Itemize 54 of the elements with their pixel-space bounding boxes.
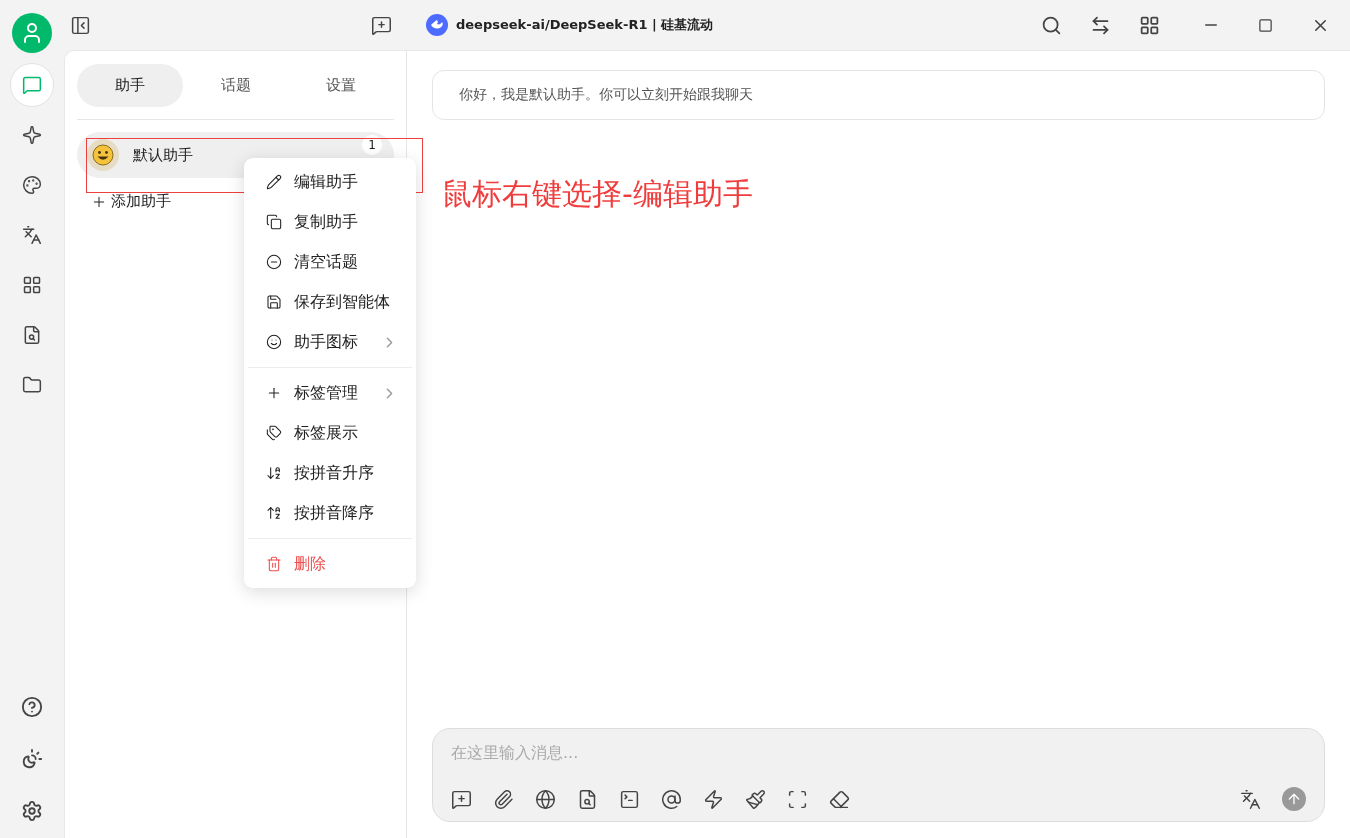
search-icon[interactable] bbox=[1041, 14, 1062, 36]
topic-count: 1 bbox=[362, 135, 382, 155]
eraser-icon[interactable] bbox=[829, 788, 850, 810]
menu-item[interactable]: 助手图标 bbox=[248, 322, 412, 362]
plus-icon bbox=[266, 385, 282, 401]
collapse-sidebar-icon[interactable] bbox=[70, 14, 91, 36]
menu-item[interactable]: 按拼音降序 bbox=[248, 493, 412, 533]
lightning-icon[interactable] bbox=[703, 788, 724, 810]
menu-item[interactable]: 标签展示 bbox=[248, 413, 412, 453]
theme-icon[interactable] bbox=[21, 748, 43, 770]
menu-item[interactable]: 复制助手 bbox=[248, 202, 412, 242]
greeting-message: 你好，我是默认助手。你可以立刻开始跟我聊天 bbox=[432, 70, 1325, 120]
assistant-name: 默认助手 bbox=[133, 145, 194, 165]
message-input[interactable]: 在这里输入消息... bbox=[451, 743, 1306, 762]
arrows-icon[interactable] bbox=[1090, 14, 1111, 36]
new-topic-icon[interactable] bbox=[451, 788, 472, 810]
smiley-avatar-icon bbox=[87, 139, 119, 171]
globe-icon[interactable] bbox=[535, 788, 556, 810]
save-icon bbox=[266, 294, 282, 310]
sidebar-tab[interactable]: 助手 bbox=[77, 64, 183, 107]
menu-item[interactable]: 按拼音升序 bbox=[248, 453, 412, 493]
whale-logo-icon bbox=[426, 14, 448, 36]
smiley-icon bbox=[266, 334, 282, 350]
pencil-icon bbox=[266, 174, 282, 190]
terminal-icon[interactable] bbox=[619, 788, 640, 810]
grid-icon[interactable] bbox=[1139, 14, 1160, 36]
user-avatar[interactable] bbox=[12, 13, 52, 53]
minus-circle-icon bbox=[266, 254, 282, 270]
sort-ascending-icon bbox=[266, 465, 282, 481]
brush-icon[interactable] bbox=[745, 788, 766, 810]
add-assistant-button[interactable]: 添加助手 bbox=[91, 192, 171, 211]
menu-item[interactable]: 标签管理 bbox=[248, 373, 412, 413]
sidebar-tab[interactable]: 话题 bbox=[182, 64, 289, 107]
new-topic-icon[interactable] bbox=[371, 14, 392, 36]
sidebar-tab[interactable]: 设置 bbox=[288, 64, 394, 107]
menu-item[interactable]: 清空话题 bbox=[248, 242, 412, 282]
send-button[interactable] bbox=[1282, 787, 1306, 811]
tags-icon bbox=[266, 425, 282, 441]
menu-item[interactable]: 删除 bbox=[248, 544, 412, 584]
sort-descending-icon bbox=[266, 505, 282, 521]
settings-icon[interactable] bbox=[21, 800, 43, 822]
at-sign-icon[interactable] bbox=[661, 788, 682, 810]
file-search-icon[interactable] bbox=[577, 788, 598, 810]
menu-item[interactable]: 保存到智能体 bbox=[248, 282, 412, 322]
translate-icon[interactable] bbox=[1240, 788, 1261, 810]
paperclip-icon[interactable] bbox=[493, 788, 514, 810]
copy-icon bbox=[266, 214, 282, 230]
annotation-text: 鼠标右键选择-编辑助手 bbox=[442, 175, 753, 213]
chat-icon[interactable] bbox=[10, 63, 54, 107]
trash-icon bbox=[266, 556, 282, 572]
scan-icon[interactable] bbox=[787, 788, 808, 810]
help-icon[interactable] bbox=[21, 696, 43, 718]
maximize-icon[interactable] bbox=[1258, 17, 1273, 33]
window-title: deepseek-ai/DeepSeek-R1 | 硅基流动 bbox=[456, 16, 714, 34]
